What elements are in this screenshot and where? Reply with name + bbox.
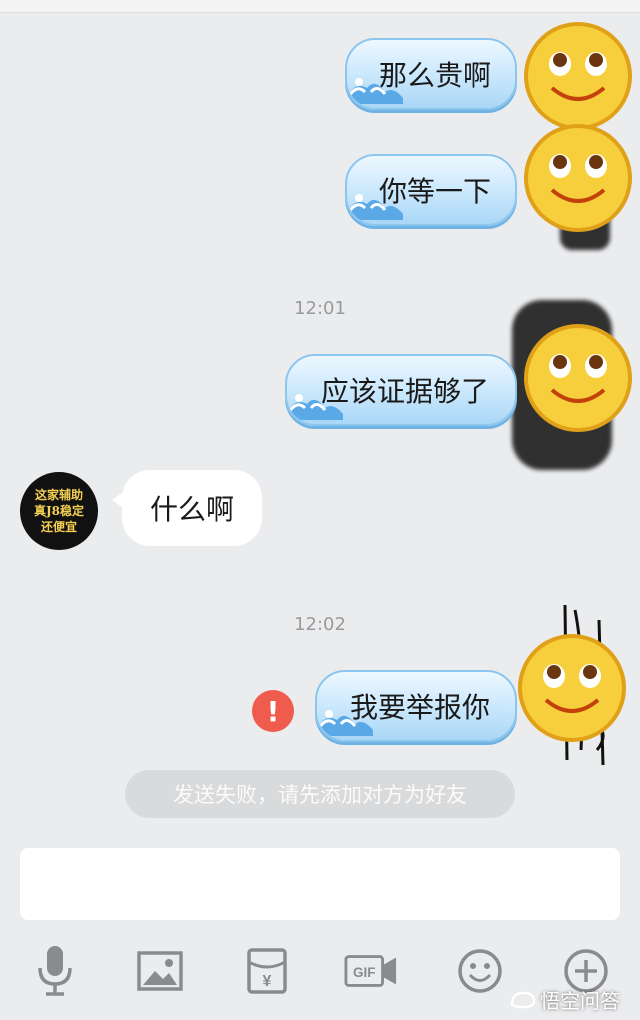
sender-avatar-smiley-icon[interactable]	[522, 122, 634, 234]
error-mark: !	[266, 694, 280, 728]
emoji-icon[interactable]	[453, 944, 507, 998]
image-icon[interactable]	[133, 944, 187, 998]
watermark-text: 悟空问答	[540, 989, 620, 1013]
message-text: 什么啊	[149, 493, 234, 526]
message-bubble-sent[interactable]: 我要举报你	[315, 670, 517, 742]
message-text: 那么贵啊	[378, 59, 491, 92]
svg-text:GIF: GIF	[353, 965, 376, 980]
sender-avatar-smiley-icon[interactable]	[522, 20, 634, 132]
red-packet-icon[interactable]: ¥	[240, 944, 294, 998]
notice-text: 发送失败，请先添加对方为好友	[173, 783, 467, 807]
gif-icon[interactable]: GIF	[344, 944, 398, 998]
watermark-logo-icon	[510, 991, 536, 1008]
watermark: 悟空问答	[510, 985, 620, 1014]
message-input[interactable]	[20, 848, 620, 920]
message-text: 应该证据够了	[320, 375, 489, 408]
message-text: 我要举报你	[349, 691, 490, 724]
message-bubble-sent[interactable]: 你等一下	[345, 154, 517, 226]
message-bubble-sent[interactable]: 应该证据够了	[285, 354, 517, 426]
microphone-icon[interactable]	[28, 944, 82, 998]
sender-avatar-smiley-icon[interactable]	[516, 632, 628, 744]
send-failed-notice: 发送失败，请先添加对方为好友	[125, 770, 515, 818]
top-divider	[0, 0, 640, 13]
message-text: 你等一下	[378, 175, 491, 208]
avatar-text-line: 这家辅助	[34, 488, 83, 502]
message-bubble-sent[interactable]: 那么贵啊	[345, 38, 517, 110]
send-failed-icon[interactable]: !	[252, 690, 294, 732]
avatar-text-line: 还便宜	[40, 520, 77, 534]
contact-avatar[interactable]: 这家辅助 真J8稳定 还便宜	[20, 472, 98, 550]
sender-avatar-smiley-icon[interactable]	[522, 322, 634, 434]
avatar-text-line: 真J8稳定	[33, 504, 85, 518]
svg-text:¥: ¥	[263, 973, 272, 990]
message-bubble-received[interactable]: 什么啊	[112, 470, 262, 546]
